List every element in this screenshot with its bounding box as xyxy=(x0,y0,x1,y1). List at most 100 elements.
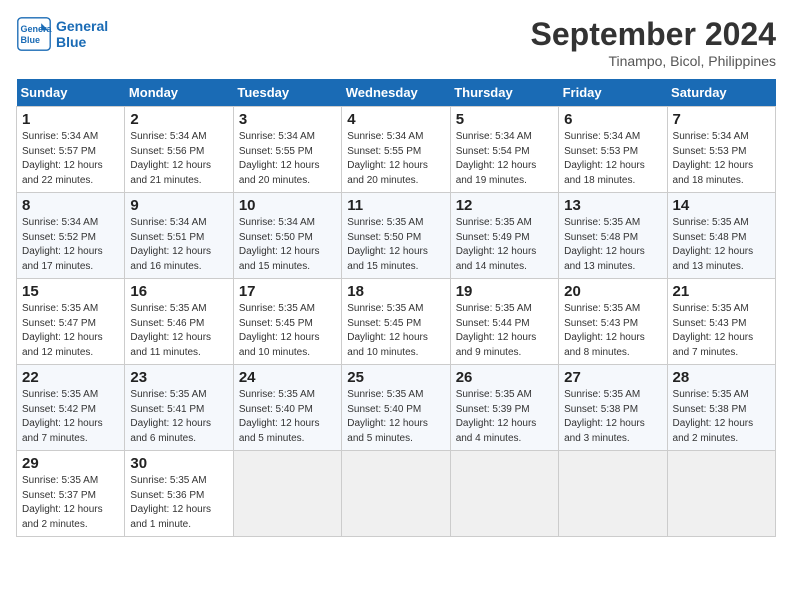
calendar-cell: 20 Sunrise: 5:35 AM Sunset: 5:43 PM Dayl… xyxy=(559,279,667,365)
calendar-cell xyxy=(559,451,667,537)
col-thursday: Thursday xyxy=(450,79,558,107)
calendar-cell: 1 Sunrise: 5:34 AM Sunset: 5:57 PM Dayli… xyxy=(17,107,125,193)
calendar-cell: 4 Sunrise: 5:34 AM Sunset: 5:55 PM Dayli… xyxy=(342,107,450,193)
day-number: 20 xyxy=(564,283,661,300)
day-info: Sunrise: 5:35 AM Sunset: 5:50 PM Dayligh… xyxy=(347,216,444,274)
day-number: 15 xyxy=(22,283,119,300)
day-number: 25 xyxy=(347,369,444,386)
day-number: 27 xyxy=(564,369,661,386)
day-info: Sunrise: 5:35 AM Sunset: 5:37 PM Dayligh… xyxy=(22,474,119,532)
day-info: Sunrise: 5:35 AM Sunset: 5:36 PM Dayligh… xyxy=(130,474,227,532)
day-number: 29 xyxy=(22,455,119,472)
day-info: Sunrise: 5:34 AM Sunset: 5:54 PM Dayligh… xyxy=(456,130,553,188)
day-info: Sunrise: 5:35 AM Sunset: 5:46 PM Dayligh… xyxy=(130,302,227,360)
day-number: 13 xyxy=(564,197,661,214)
day-info: Sunrise: 5:35 AM Sunset: 5:48 PM Dayligh… xyxy=(564,216,661,274)
day-number: 19 xyxy=(456,283,553,300)
col-tuesday: Tuesday xyxy=(233,79,341,107)
day-info: Sunrise: 5:34 AM Sunset: 5:52 PM Dayligh… xyxy=(22,216,119,274)
day-info: Sunrise: 5:34 AM Sunset: 5:53 PM Dayligh… xyxy=(673,130,770,188)
calendar-cell: 21 Sunrise: 5:35 AM Sunset: 5:43 PM Dayl… xyxy=(667,279,775,365)
day-info: Sunrise: 5:35 AM Sunset: 5:43 PM Dayligh… xyxy=(564,302,661,360)
day-info: Sunrise: 5:35 AM Sunset: 5:38 PM Dayligh… xyxy=(564,388,661,446)
day-number: 6 xyxy=(564,111,661,128)
calendar-cell: 14 Sunrise: 5:35 AM Sunset: 5:48 PM Dayl… xyxy=(667,193,775,279)
calendar-cell: 30 Sunrise: 5:35 AM Sunset: 5:36 PM Dayl… xyxy=(125,451,233,537)
day-number: 16 xyxy=(130,283,227,300)
calendar-cell xyxy=(667,451,775,537)
day-number: 3 xyxy=(239,111,336,128)
day-info: Sunrise: 5:35 AM Sunset: 5:45 PM Dayligh… xyxy=(347,302,444,360)
day-number: 24 xyxy=(239,369,336,386)
day-info: Sunrise: 5:35 AM Sunset: 5:39 PM Dayligh… xyxy=(456,388,553,446)
calendar-cell: 15 Sunrise: 5:35 AM Sunset: 5:47 PM Dayl… xyxy=(17,279,125,365)
title-area: September 2024 Tinampo, Bicol, Philippin… xyxy=(531,16,776,69)
calendar-cell: 27 Sunrise: 5:35 AM Sunset: 5:38 PM Dayl… xyxy=(559,365,667,451)
calendar-cell: 28 Sunrise: 5:35 AM Sunset: 5:38 PM Dayl… xyxy=(667,365,775,451)
day-number: 17 xyxy=(239,283,336,300)
location: Tinampo, Bicol, Philippines xyxy=(531,53,776,69)
calendar-cell: 17 Sunrise: 5:35 AM Sunset: 5:45 PM Dayl… xyxy=(233,279,341,365)
day-info: Sunrise: 5:34 AM Sunset: 5:55 PM Dayligh… xyxy=(239,130,336,188)
day-number: 2 xyxy=(130,111,227,128)
svg-text:General: General xyxy=(21,24,53,34)
day-number: 9 xyxy=(130,197,227,214)
day-info: Sunrise: 5:34 AM Sunset: 5:50 PM Dayligh… xyxy=(239,216,336,274)
calendar-cell: 6 Sunrise: 5:34 AM Sunset: 5:53 PM Dayli… xyxy=(559,107,667,193)
calendar-cell: 26 Sunrise: 5:35 AM Sunset: 5:39 PM Dayl… xyxy=(450,365,558,451)
logo-blue: Blue xyxy=(56,34,108,50)
day-number: 1 xyxy=(22,111,119,128)
calendar-cell xyxy=(342,451,450,537)
day-info: Sunrise: 5:35 AM Sunset: 5:41 PM Dayligh… xyxy=(130,388,227,446)
calendar-cell: 12 Sunrise: 5:35 AM Sunset: 5:49 PM Dayl… xyxy=(450,193,558,279)
calendar-cell xyxy=(233,451,341,537)
day-info: Sunrise: 5:35 AM Sunset: 5:40 PM Dayligh… xyxy=(347,388,444,446)
col-saturday: Saturday xyxy=(667,79,775,107)
svg-text:Blue: Blue xyxy=(21,35,41,45)
day-info: Sunrise: 5:35 AM Sunset: 5:45 PM Dayligh… xyxy=(239,302,336,360)
col-sunday: Sunday xyxy=(17,79,125,107)
calendar-cell: 19 Sunrise: 5:35 AM Sunset: 5:44 PM Dayl… xyxy=(450,279,558,365)
calendar-cell: 23 Sunrise: 5:35 AM Sunset: 5:41 PM Dayl… xyxy=(125,365,233,451)
calendar-cell: 2 Sunrise: 5:34 AM Sunset: 5:56 PM Dayli… xyxy=(125,107,233,193)
calendar-cell: 5 Sunrise: 5:34 AM Sunset: 5:54 PM Dayli… xyxy=(450,107,558,193)
calendar-cell: 3 Sunrise: 5:34 AM Sunset: 5:55 PM Dayli… xyxy=(233,107,341,193)
calendar-cell: 8 Sunrise: 5:34 AM Sunset: 5:52 PM Dayli… xyxy=(17,193,125,279)
day-number: 21 xyxy=(673,283,770,300)
calendar-cell: 25 Sunrise: 5:35 AM Sunset: 5:40 PM Dayl… xyxy=(342,365,450,451)
day-number: 5 xyxy=(456,111,553,128)
calendar-cell: 10 Sunrise: 5:34 AM Sunset: 5:50 PM Dayl… xyxy=(233,193,341,279)
logo-icon: General Blue xyxy=(16,16,52,52)
day-number: 23 xyxy=(130,369,227,386)
col-friday: Friday xyxy=(559,79,667,107)
day-info: Sunrise: 5:35 AM Sunset: 5:44 PM Dayligh… xyxy=(456,302,553,360)
day-number: 14 xyxy=(673,197,770,214)
day-number: 4 xyxy=(347,111,444,128)
day-info: Sunrise: 5:34 AM Sunset: 5:55 PM Dayligh… xyxy=(347,130,444,188)
day-info: Sunrise: 5:34 AM Sunset: 5:53 PM Dayligh… xyxy=(564,130,661,188)
day-number: 12 xyxy=(456,197,553,214)
day-info: Sunrise: 5:35 AM Sunset: 5:48 PM Dayligh… xyxy=(673,216,770,274)
month-title: September 2024 xyxy=(531,16,776,53)
calendar-cell: 16 Sunrise: 5:35 AM Sunset: 5:46 PM Dayl… xyxy=(125,279,233,365)
calendar-cell: 24 Sunrise: 5:35 AM Sunset: 5:40 PM Dayl… xyxy=(233,365,341,451)
day-info: Sunrise: 5:35 AM Sunset: 5:43 PM Dayligh… xyxy=(673,302,770,360)
day-info: Sunrise: 5:34 AM Sunset: 5:51 PM Dayligh… xyxy=(130,216,227,274)
day-info: Sunrise: 5:35 AM Sunset: 5:38 PM Dayligh… xyxy=(673,388,770,446)
col-wednesday: Wednesday xyxy=(342,79,450,107)
day-number: 26 xyxy=(456,369,553,386)
day-info: Sunrise: 5:35 AM Sunset: 5:47 PM Dayligh… xyxy=(22,302,119,360)
calendar-cell: 9 Sunrise: 5:34 AM Sunset: 5:51 PM Dayli… xyxy=(125,193,233,279)
day-number: 22 xyxy=(22,369,119,386)
col-monday: Monday xyxy=(125,79,233,107)
calendar-cell: 7 Sunrise: 5:34 AM Sunset: 5:53 PM Dayli… xyxy=(667,107,775,193)
calendar-cell: 18 Sunrise: 5:35 AM Sunset: 5:45 PM Dayl… xyxy=(342,279,450,365)
calendar-cell xyxy=(450,451,558,537)
day-number: 30 xyxy=(130,455,227,472)
day-info: Sunrise: 5:35 AM Sunset: 5:40 PM Dayligh… xyxy=(239,388,336,446)
day-number: 8 xyxy=(22,197,119,214)
day-info: Sunrise: 5:35 AM Sunset: 5:49 PM Dayligh… xyxy=(456,216,553,274)
day-info: Sunrise: 5:34 AM Sunset: 5:56 PM Dayligh… xyxy=(130,130,227,188)
calendar-table: Sunday Monday Tuesday Wednesday Thursday… xyxy=(16,79,776,537)
calendar-cell: 13 Sunrise: 5:35 AM Sunset: 5:48 PM Dayl… xyxy=(559,193,667,279)
